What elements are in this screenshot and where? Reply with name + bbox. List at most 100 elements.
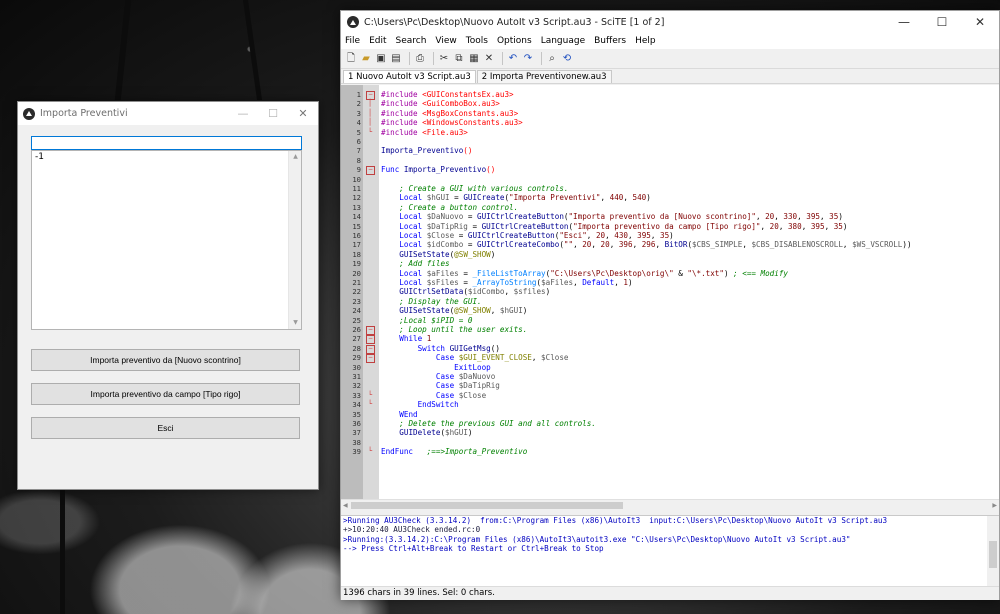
code-token: #include [381, 90, 423, 99]
code-token: GUICtrlCreateCombo [477, 240, 560, 250]
minimize-button[interactable]: — [885, 15, 923, 29]
code-line[interactable]: Local $DaNuovo = GUICtrlCreateButton("Im… [381, 212, 843, 221]
print-icon[interactable]: ⎙ [414, 53, 426, 65]
undo-icon[interactable]: ↶ [507, 53, 519, 65]
tab-importa-preventivonew[interactable]: 2 Importa Preventivonew.au3 [476, 70, 612, 83]
close-button[interactable]: ✕ [288, 107, 318, 120]
menu-edit[interactable]: Edit [369, 36, 386, 46]
code-line[interactable]: GUIDelete($hGUI) [381, 428, 472, 437]
maximize-button[interactable]: ☐ [258, 107, 288, 120]
code-token: $aFiles [426, 268, 459, 278]
code-line[interactable]: EndSwitch [381, 400, 459, 409]
combo-edit-input[interactable] [31, 136, 302, 150]
code-line[interactable]: ; Create a GUI with various controls. [381, 184, 568, 193]
code-line[interactable]: ; Display the GUI. [381, 297, 481, 306]
code-line[interactable]: Case $DaNuovo [381, 372, 495, 381]
fold-toggle-icon[interactable] [366, 90, 374, 99]
find-icon[interactable]: ⌕ [546, 53, 558, 65]
code-line[interactable]: Local $Close = GUICtrlCreateButton("Esci… [381, 231, 673, 240]
code-line[interactable]: While 1 [381, 334, 431, 343]
code-line[interactable]: Func Importa_Preventivo() [381, 165, 495, 174]
fold-toggle-icon[interactable] [366, 353, 374, 362]
list-item[interactable]: -1 [35, 152, 298, 162]
menu-help[interactable]: Help [635, 36, 656, 46]
output-pane[interactable]: >Running AU3Check (3.3.14.2) from:C:\Pro… [341, 515, 999, 586]
close-button[interactable]: ✕ [961, 15, 999, 29]
fold-toggle-icon[interactable] [366, 334, 374, 343]
code-line[interactable]: ; Loop until the user exits. [381, 325, 527, 334]
scroll-left-icon[interactable]: ◀ [343, 500, 348, 511]
code-line[interactable]: ; Delete the previous GUI and all contro… [381, 419, 596, 428]
importa-tipo-rigo-button[interactable]: Importa preventivo da campo [Tipo rigo] [31, 383, 300, 405]
combo-list[interactable]: -1 ▲ ▼ [31, 150, 302, 330]
menu-search[interactable]: Search [396, 36, 427, 46]
code-editor[interactable]: 1 2 3 4 5 6 7 8 9 10 11 12 13 14 15 16 17 18 19 20 21 22 23 24 2… [341, 85, 999, 499]
code-line[interactable]: ; Add files [381, 259, 449, 268]
code-line[interactable]: #include <GuiComboBox.au3> [381, 99, 500, 108]
delete-icon[interactable]: ✕ [483, 53, 495, 65]
cut-icon[interactable]: ✂ [438, 53, 450, 65]
code-line[interactable]: Local $sFiles = _ArrayToString($aFiles, … [381, 278, 632, 287]
paste-icon[interactable]: ▦ [468, 53, 480, 65]
scroll-down-icon[interactable]: ▼ [289, 317, 302, 329]
menu-view[interactable]: View [435, 36, 456, 46]
line-number: 34 [352, 400, 361, 410]
save-icon[interactable]: ▣ [375, 53, 387, 65]
fold-toggle-icon[interactable] [366, 325, 374, 334]
code-line[interactable]: EndFunc ;==>Importa_Preventivo [381, 447, 527, 456]
editor-horizontal-scrollbar[interactable]: ◀ ▶ [341, 499, 999, 511]
code-line[interactable]: Case $GUI_EVENT_CLOSE, $Close [381, 353, 569, 362]
list-scrollbar[interactable]: ▲ ▼ [288, 151, 301, 329]
scroll-up-icon[interactable]: ▲ [289, 151, 302, 163]
code-line[interactable]: Local $hGUI = GUICreate("Importa Prevent… [381, 193, 651, 202]
fold-toggle-icon[interactable] [366, 344, 374, 353]
code-line[interactable]: #include <WindowsConstants.au3> [381, 118, 523, 127]
code-line[interactable]: ExitLoop [381, 363, 491, 372]
code-line[interactable]: Case $Close [381, 391, 486, 400]
menu-file[interactable]: File [345, 36, 360, 46]
code-line[interactable]: Case $DaTipRig [381, 381, 500, 390]
code-line[interactable]: Local $DaTipRig = GUICtrlCreateButton("I… [381, 222, 847, 231]
maximize-button[interactable]: ☐ [923, 15, 961, 29]
menu-language[interactable]: Language [541, 36, 585, 46]
code-line[interactable]: GUISetState(@SW_SHOW) [381, 250, 495, 259]
scroll-thumb[interactable] [989, 541, 997, 568]
code-line[interactable]: GUICtrlSetData($idCombo, $sfiles) [381, 287, 550, 296]
minimize-button[interactable]: — [228, 107, 258, 120]
open-folder-icon[interactable]: ▰ [360, 53, 372, 65]
scroll-right-icon[interactable]: ▶ [992, 500, 997, 511]
dialog-titlebar[interactable]: Importa Preventivi — ☐ ✕ [18, 102, 318, 125]
menu-buffers[interactable]: Buffers [594, 36, 626, 46]
esci-button[interactable]: Esci [31, 417, 300, 439]
scite-titlebar[interactable]: C:\Users\Pc\Desktop\Nuovo AutoIt v3 Scri… [341, 11, 999, 33]
code-line[interactable]: ; Create a button control. [381, 203, 518, 212]
output-vertical-scrollbar[interactable] [987, 516, 999, 586]
fold-toggle-icon[interactable] [366, 165, 374, 174]
code-token: 20 [600, 240, 610, 250]
code-line[interactable]: GUISetState(@SW_SHOW, $hGUI) [381, 306, 527, 315]
importa-nuovo-scontrino-button[interactable]: Importa preventivo da [Nuovo scontrino] [31, 349, 300, 371]
new-file-icon[interactable]: 🗋 [345, 53, 357, 65]
tab-nuovo-autoit-script[interactable]: 1 Nuovo AutoIt v3 Script.au3 [343, 70, 476, 83]
scroll-thumb[interactable] [351, 502, 623, 509]
code-line[interactable]: #include <MsgBoxConstants.au3> [381, 109, 518, 118]
code-line[interactable]: Importa_Preventivo() [381, 146, 472, 155]
redo-icon[interactable]: ↷ [522, 53, 534, 65]
code-line[interactable]: ;Local $iPID = 0 [381, 316, 472, 325]
fold-margin[interactable] [363, 85, 379, 499]
code-token: = [463, 212, 478, 222]
replace-icon[interactable]: ⟲ [561, 53, 573, 65]
code-line[interactable]: Local $idCombo = GUICtrlCreateCombo("", … [381, 240, 911, 250]
code-line[interactable]: #include <GUIConstantsEx.au3> [381, 90, 514, 99]
copy-icon[interactable]: ⧉ [453, 53, 465, 65]
menu-options[interactable]: Options [497, 36, 532, 46]
code-text[interactable]: #include <GUIConstantsEx.au3> #include <G… [381, 85, 999, 499]
code-line[interactable]: #include <File.au3> [381, 128, 468, 137]
close-file-icon[interactable]: ▤ [390, 53, 402, 65]
code-line[interactable]: Local $aFiles = _FileListToArray("C:\Use… [381, 269, 788, 278]
code-token: 20 [582, 240, 592, 250]
code-line[interactable]: Switch GUIGetMsg() [381, 344, 500, 353]
menu-tools[interactable]: Tools [466, 36, 488, 46]
code-line[interactable]: WEnd [381, 410, 417, 419]
